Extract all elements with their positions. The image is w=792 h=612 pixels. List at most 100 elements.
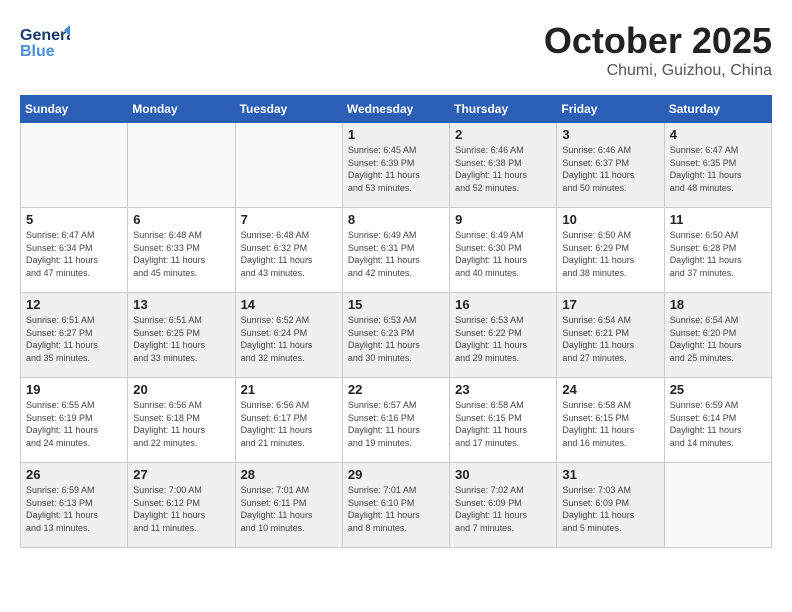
calendar-day: 8 Sunrise: 6:49 AM Sunset: 6:31 PM Daylig… [342,208,449,293]
calendar-week-4: 19Sunrise: 6:55 AM Sunset: 6:19 PM Dayli… [21,378,772,463]
day-number: 14 [241,297,337,312]
calendar-day: 1Sunrise: 6:45 AM Sunset: 6:39 PM Daylig… [342,123,449,208]
calendar-day: 27Sunrise: 7:00 AM Sunset: 6:12 PM Dayli… [128,463,235,548]
calendar-week-3: 12 Sunrise: 6:51 AM Sunset: 6:27 PM Dayli… [21,293,772,378]
title-block: October 2025 Chumi, Guizhou, China [544,20,772,80]
weekday-header-thursday: Thursday [450,96,557,123]
day-info: Sunrise: 6:55 AM Sunset: 6:19 PM Dayligh… [26,399,122,449]
day-info: Sunrise: 6:59 AM Sunset: 6:13 PM Dayligh… [26,484,122,534]
calendar-day: 2 Sunrise: 6:46 AM Sunset: 6:38 PM Daylig… [450,123,557,208]
day-number: 7 [241,212,337,227]
day-info: Sunrise: 6:48 AM Sunset: 6:33 PM Dayligh… [133,229,229,279]
calendar-day [21,123,128,208]
day-number: 22 [348,382,444,397]
day-info: Sunrise: 6:57 AM Sunset: 6:16 PM Dayligh… [348,399,444,449]
day-number: 13 [133,297,229,312]
day-number: 8 [348,212,444,227]
day-number: 23 [455,382,551,397]
month-title: October 2025 [544,20,772,62]
day-info: Sunrise: 6:54 AM Sunset: 6:20 PM Dayligh… [670,314,766,364]
day-info: Sunrise: 6:46 AM Sunset: 6:37 PM Dayligh… [562,144,658,194]
day-info: Sunrise: 6:56 AM Sunset: 6:18 PM Dayligh… [133,399,229,449]
calendar-day: 30 Sunrise: 7:02 AM Sunset: 6:09 PM Dayli… [450,463,557,548]
page-container: General Blue October 2025 Chumi, Guizhou… [0,0,792,558]
day-info: Sunrise: 6:50 AM Sunset: 6:29 PM Dayligh… [562,229,658,279]
calendar-day: 14 Sunrise: 6:52 AM Sunset: 6:24 PM Dayli… [235,293,342,378]
day-info: Sunrise: 6:49 AM Sunset: 6:31 PM Dayligh… [348,229,444,279]
day-number: 11 [670,212,766,227]
calendar-day: 24Sunrise: 6:58 AM Sunset: 6:15 PM Dayli… [557,378,664,463]
svg-text:General: General [20,27,70,44]
calendar-day: 29Sunrise: 7:01 AM Sunset: 6:10 PM Dayli… [342,463,449,548]
day-info: Sunrise: 6:48 AM Sunset: 6:32 PM Dayligh… [241,229,337,279]
day-number: 2 [455,127,551,142]
calendar-day: 5Sunrise: 6:47 AM Sunset: 6:34 PM Daylig… [21,208,128,293]
day-info: Sunrise: 6:51 AM Sunset: 6:25 PM Dayligh… [133,314,229,364]
calendar-day: 21Sunrise: 6:56 AM Sunset: 6:17 PM Dayli… [235,378,342,463]
day-number: 3 [562,127,658,142]
day-info: Sunrise: 6:59 AM Sunset: 6:14 PM Dayligh… [670,399,766,449]
day-info: Sunrise: 7:02 AM Sunset: 6:09 PM Dayligh… [455,484,551,534]
weekday-header-row: SundayMondayTuesdayWednesdayThursdayFrid… [21,96,772,123]
calendar-day: 4Sunrise: 6:47 AM Sunset: 6:35 PM Daylig… [664,123,771,208]
day-number: 10 [562,212,658,227]
calendar-day: 12 Sunrise: 6:51 AM Sunset: 6:27 PM Dayli… [21,293,128,378]
weekday-header-wednesday: Wednesday [342,96,449,123]
day-number: 24 [562,382,658,397]
calendar-day: 25 Sunrise: 6:59 AM Sunset: 6:14 PM Dayli… [664,378,771,463]
calendar-week-2: 5Sunrise: 6:47 AM Sunset: 6:34 PM Daylig… [21,208,772,293]
calendar-day: 16Sunrise: 6:53 AM Sunset: 6:22 PM Dayli… [450,293,557,378]
location: Chumi, Guizhou, China [544,62,772,80]
day-number: 1 [348,127,444,142]
weekday-header-friday: Friday [557,96,664,123]
header: General Blue October 2025 Chumi, Guizhou… [20,20,772,80]
day-info: Sunrise: 6:50 AM Sunset: 6:28 PM Dayligh… [670,229,766,279]
day-number: 25 [670,382,766,397]
day-info: Sunrise: 6:56 AM Sunset: 6:17 PM Dayligh… [241,399,337,449]
calendar-day: 13 Sunrise: 6:51 AM Sunset: 6:25 PM Dayli… [128,293,235,378]
calendar-week-5: 26 Sunrise: 6:59 AM Sunset: 6:13 PM Dayli… [21,463,772,548]
day-number: 5 [26,212,122,227]
calendar-day: 22 Sunrise: 6:57 AM Sunset: 6:16 PM Dayli… [342,378,449,463]
logo: General Blue [20,20,70,70]
calendar-day: 11 Sunrise: 6:50 AM Sunset: 6:28 PM Dayli… [664,208,771,293]
day-info: Sunrise: 6:47 AM Sunset: 6:35 PM Dayligh… [670,144,766,194]
calendar-day: 6 Sunrise: 6:48 AM Sunset: 6:33 PM Daylig… [128,208,235,293]
day-info: Sunrise: 6:52 AM Sunset: 6:24 PM Dayligh… [241,314,337,364]
calendar-day: 15 Sunrise: 6:53 AM Sunset: 6:23 PM Dayli… [342,293,449,378]
day-number: 16 [455,297,551,312]
logo-icon: General Blue [20,20,70,65]
calendar-day: 17 Sunrise: 6:54 AM Sunset: 6:21 PM Dayli… [557,293,664,378]
calendar-day: 7 Sunrise: 6:48 AM Sunset: 6:32 PM Daylig… [235,208,342,293]
calendar-week-1: 1Sunrise: 6:45 AM Sunset: 6:39 PM Daylig… [21,123,772,208]
day-number: 20 [133,382,229,397]
calendar-day [128,123,235,208]
day-info: Sunrise: 6:49 AM Sunset: 6:30 PM Dayligh… [455,229,551,279]
calendar-day: 26 Sunrise: 6:59 AM Sunset: 6:13 PM Dayli… [21,463,128,548]
svg-text:Blue: Blue [20,43,55,60]
day-info: Sunrise: 7:03 AM Sunset: 6:09 PM Dayligh… [562,484,658,534]
calendar-day [664,463,771,548]
calendar-day [235,123,342,208]
calendar-day: 18Sunrise: 6:54 AM Sunset: 6:20 PM Dayli… [664,293,771,378]
calendar-day: 19Sunrise: 6:55 AM Sunset: 6:19 PM Dayli… [21,378,128,463]
day-number: 6 [133,212,229,227]
day-info: Sunrise: 6:51 AM Sunset: 6:27 PM Dayligh… [26,314,122,364]
weekday-header-tuesday: Tuesday [235,96,342,123]
weekday-header-sunday: Sunday [21,96,128,123]
day-info: Sunrise: 6:53 AM Sunset: 6:23 PM Dayligh… [348,314,444,364]
day-number: 30 [455,467,551,482]
day-info: Sunrise: 6:46 AM Sunset: 6:38 PM Dayligh… [455,144,551,194]
calendar-day: 23Sunrise: 6:58 AM Sunset: 6:15 PM Dayli… [450,378,557,463]
day-number: 9 [455,212,551,227]
day-number: 15 [348,297,444,312]
day-info: Sunrise: 7:01 AM Sunset: 6:10 PM Dayligh… [348,484,444,534]
calendar-day: 31Sunrise: 7:03 AM Sunset: 6:09 PM Dayli… [557,463,664,548]
day-number: 17 [562,297,658,312]
day-info: Sunrise: 6:54 AM Sunset: 6:21 PM Dayligh… [562,314,658,364]
day-number: 12 [26,297,122,312]
calendar-day: 9 Sunrise: 6:49 AM Sunset: 6:30 PM Daylig… [450,208,557,293]
day-info: Sunrise: 7:01 AM Sunset: 6:11 PM Dayligh… [241,484,337,534]
day-number: 26 [26,467,122,482]
day-info: Sunrise: 7:00 AM Sunset: 6:12 PM Dayligh… [133,484,229,534]
